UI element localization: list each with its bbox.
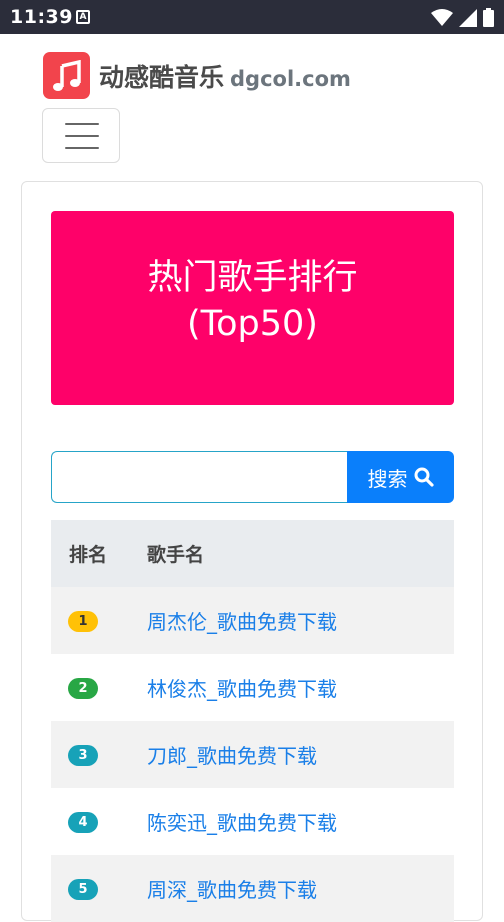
hamburger-menu-icon: [65, 123, 99, 125]
status-bar: 11:39 A: [0, 0, 504, 34]
page-title: 热门歌手排行: [147, 258, 358, 298]
table-row: 4 陈奕迅_歌曲免费下载: [51, 788, 454, 855]
hamburger-line: [65, 147, 99, 149]
header-name: 歌手名: [147, 544, 205, 566]
music-note-icon: [52, 59, 81, 91]
cell-signal-icon: [459, 8, 477, 27]
brand-name: 动感酷音乐: [99, 63, 225, 92]
logo[interactable]: [43, 52, 90, 99]
singer-link[interactable]: 刀郎_歌曲免费下载: [147, 740, 317, 769]
table-row: 2 林俊杰_歌曲免费下载: [51, 654, 454, 721]
brand-domain: dgcol.com: [230, 67, 351, 91]
header-rank: 排名: [69, 544, 108, 566]
search-button[interactable]: 搜索: [347, 451, 454, 503]
singer-link[interactable]: 林俊杰_歌曲免费下载: [147, 673, 337, 702]
table-row: 5 周深_歌曲免费下载: [51, 855, 454, 922]
rank-badge: 5: [68, 878, 98, 900]
hamburger-menu-button[interactable]: [42, 108, 120, 163]
search-form: 搜索: [51, 451, 454, 503]
search-input[interactable]: [51, 451, 348, 503]
rank-badge: 4: [68, 811, 98, 833]
wifi-icon: [431, 8, 453, 26]
brand-link[interactable]: 动感酷音乐 dgcol.com: [99, 58, 351, 94]
rank-badge: 3: [68, 744, 98, 766]
singer-link[interactable]: 陈奕迅_歌曲免费下载: [147, 807, 337, 836]
content-card: 热门歌手排行 (Top50) 搜索 排名 歌手名 1 周杰伦_歌曲免费下载 2 …: [21, 181, 483, 922]
page-title-banner: 热门歌手排行 (Top50): [51, 211, 454, 405]
rank-badge: 2: [68, 677, 98, 699]
singer-ranking-table: 排名 歌手名 1 周杰伦_歌曲免费下载 2 林俊杰_歌曲免费下载 3 刀郎_歌曲…: [51, 520, 454, 922]
hamburger-line: [65, 135, 99, 137]
table-row: 1 周杰伦_歌曲免费下载: [51, 587, 454, 654]
search-button-label: 搜索: [367, 466, 408, 491]
singer-link[interactable]: 周杰伦_歌曲免费下载: [147, 606, 337, 635]
page-subtitle: (Top50): [187, 304, 318, 344]
navbar: 动感酷音乐 dgcol.com: [0, 34, 504, 180]
battery-icon: [483, 8, 494, 27]
table-row: 3 刀郎_歌曲免费下载: [51, 721, 454, 788]
singer-link[interactable]: 周深_歌曲免费下载: [147, 874, 317, 903]
status-time: 11:39: [10, 6, 73, 28]
search-icon: [414, 467, 434, 487]
notification-a-icon: A: [76, 10, 90, 24]
rank-badge: 1: [68, 610, 98, 632]
table-header: 排名 歌手名: [51, 520, 454, 587]
